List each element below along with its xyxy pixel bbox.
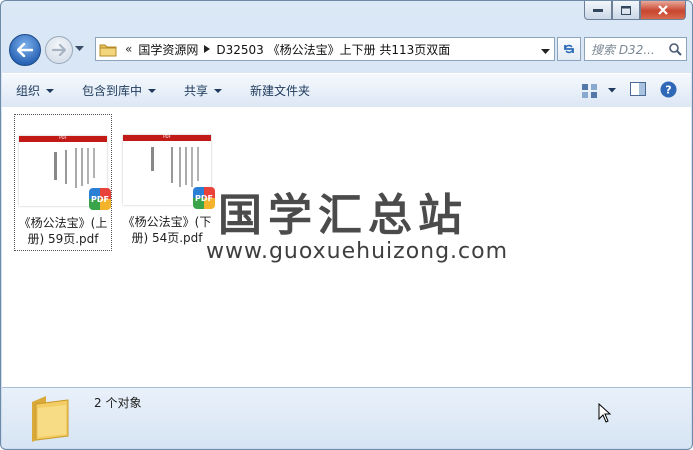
chevron-down-icon — [148, 88, 157, 93]
close-icon — [658, 5, 668, 15]
folder-icon — [99, 41, 119, 57]
pdf-thumbnail: PDF PDF — [19, 135, 111, 210]
search-icon — [669, 42, 682, 56]
recent-pages-button[interactable] — [73, 43, 85, 55]
details-pane: 2 个对象 — [2, 387, 691, 448]
pdf-file-icon: PDF — [193, 187, 215, 209]
share-menu[interactable]: 共享 — [170, 74, 236, 107]
thumbnail-label: PDF — [59, 135, 67, 140]
chevron-down-icon — [608, 88, 616, 93]
back-arrow-icon — [17, 43, 33, 57]
change-view-button[interactable] — [582, 83, 616, 98]
refresh-icon — [564, 44, 574, 54]
maximize-button[interactable] — [612, 1, 640, 20]
include-in-library-menu[interactable]: 包含到库中 — [68, 74, 170, 107]
organize-label: 组织 — [16, 84, 41, 98]
refresh-button[interactable] — [557, 37, 581, 61]
view-grid-icon — [582, 83, 597, 98]
organize-menu[interactable]: 组织 — [2, 74, 68, 107]
breadcrumb-item[interactable]: 国学资源网 — [138, 41, 198, 58]
preview-pane-icon — [630, 82, 646, 96]
back-button[interactable] — [9, 34, 41, 66]
watermark-title: 国学汇总站 — [218, 190, 468, 241]
close-button[interactable] — [640, 1, 686, 20]
file-item[interactable]: PDF PDF 《杨公法宝》(下册) 54页.pdf — [119, 114, 215, 249]
caption-buttons — [584, 1, 686, 21]
help-icon: ? — [660, 81, 677, 97]
chevron-down-icon — [74, 46, 84, 51]
item-count: 2 个对象 — [94, 396, 142, 410]
file-item[interactable]: PDF PDF 《杨公法宝》(上册) 59页.pdf — [14, 114, 112, 251]
pdf-file-icon: PDF — [89, 188, 111, 210]
forward-arrow-icon — [52, 44, 66, 56]
breadcrumb-separator-icon[interactable] — [198, 42, 216, 56]
address-bar[interactable]: « 国学资源网 D32503 《杨公法宝》上下册 共113页双面 — [95, 37, 555, 61]
navigation-row: « 国学资源网 D32503 《杨公法宝》上下册 共113页双面 搜索 D32.… — [9, 31, 687, 66]
explorer-window: « 国学资源网 D32503 《杨公法宝》上下册 共113页双面 搜索 D32.… — [0, 0, 693, 450]
file-name: 《杨公法宝》(上册) 59页.pdf — [18, 216, 108, 246]
pdf-thumbnail: PDF PDF — [123, 134, 215, 209]
help-button[interactable]: ? — [660, 81, 677, 101]
mouse-cursor-icon — [598, 403, 612, 423]
forward-button[interactable] — [45, 36, 73, 64]
thumbnail-label: PDF — [163, 134, 171, 139]
search-input[interactable]: 搜索 D32... — [584, 37, 687, 61]
svg-text:?: ? — [665, 83, 671, 96]
new-folder-button[interactable]: 新建文件夹 — [236, 74, 324, 107]
search-placeholder: 搜索 D32... — [591, 42, 655, 57]
folder-icon — [32, 396, 69, 442]
new-folder-label: 新建文件夹 — [250, 84, 311, 98]
breadcrumb-item[interactable]: D32503 《杨公法宝》上下册 共113页双面 — [216, 41, 450, 58]
file-list-view[interactable]: PDF PDF 《杨公法宝》(上册) 59页.pdf PDF PDF 《杨公法宝… — [2, 107, 691, 387]
command-bar: 组织 包含到库中 共享 新建文件夹 ? — [2, 73, 691, 108]
include-in-library-label: 包含到库中 — [82, 84, 143, 98]
chevron-down-icon — [214, 88, 223, 93]
view-controls: ? — [582, 74, 677, 107]
share-label: 共享 — [184, 84, 209, 98]
chevron-down-icon — [46, 88, 55, 93]
minimize-icon — [593, 9, 603, 12]
minimize-button[interactable] — [584, 1, 612, 20]
address-dropdown-icon[interactable] — [541, 44, 550, 58]
maximize-icon — [621, 5, 631, 15]
watermark-url: www.guoxuehuizong.com — [206, 239, 509, 264]
file-name: 《杨公法宝》(下册) 54页.pdf — [122, 215, 212, 245]
preview-pane-button[interactable] — [630, 82, 646, 99]
breadcrumb-overflow[interactable]: « — [119, 42, 138, 56]
